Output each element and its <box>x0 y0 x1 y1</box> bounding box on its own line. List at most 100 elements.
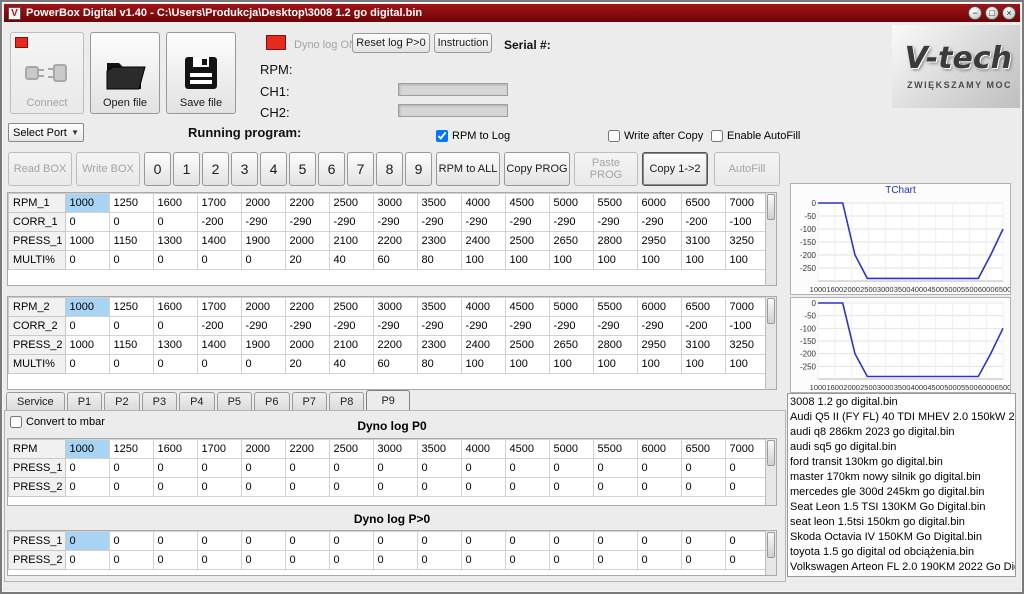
table-cell[interactable]: 0 <box>593 478 637 497</box>
table-cell[interactable]: 0 <box>637 478 681 497</box>
table-cell[interactable]: 0 <box>241 355 285 374</box>
table-cell[interactable]: 1150 <box>109 232 153 251</box>
table-cell[interactable]: 100 <box>725 251 769 270</box>
table-cell[interactable]: 20 <box>285 355 329 374</box>
table-cell[interactable]: 0 <box>681 551 725 570</box>
table-cell[interactable]: 100 <box>549 355 593 374</box>
table-cell[interactable]: 1900 <box>241 232 285 251</box>
table-cell[interactable]: -200 <box>681 317 725 336</box>
table-cell[interactable]: 2000 <box>285 232 329 251</box>
table-cell[interactable]: 1400 <box>197 232 241 251</box>
table-cell[interactable]: 1000 <box>65 298 109 317</box>
file-item[interactable]: Seat Leon 1.5 TSI 130KM Go Digital.bin <box>790 500 1015 515</box>
tab-service[interactable]: Service <box>6 392 65 411</box>
table-cell[interactable]: 0 <box>153 251 197 270</box>
table-cell[interactable]: 2000 <box>241 194 285 213</box>
table-cell[interactable]: 0 <box>681 532 725 551</box>
table-cell[interactable]: 5000 <box>549 298 593 317</box>
write-box-button[interactable]: Write BOX <box>76 152 140 186</box>
table-cell[interactable]: 100 <box>681 355 725 374</box>
table-cell[interactable]: 60 <box>373 251 417 270</box>
table-cell[interactable]: 1300 <box>153 232 197 251</box>
table-cell[interactable]: 0 <box>373 532 417 551</box>
table-cell[interactable]: 1700 <box>197 298 241 317</box>
table-cell[interactable]: 80 <box>417 251 461 270</box>
table-cell[interactable]: 0 <box>241 532 285 551</box>
digit-button-4[interactable]: 4 <box>260 152 287 186</box>
table-cell[interactable]: 0 <box>153 551 197 570</box>
table-cell[interactable]: 5000 <box>549 194 593 213</box>
dyno-p0-scrollbar[interactable] <box>765 439 776 505</box>
digit-button-5[interactable]: 5 <box>289 152 316 186</box>
table-cell[interactable]: 0 <box>417 478 461 497</box>
table-cell[interactable]: 4000 <box>461 194 505 213</box>
digit-button-7[interactable]: 7 <box>347 152 374 186</box>
table-cell[interactable]: 0 <box>153 478 197 497</box>
table-cell[interactable]: 3000 <box>373 194 417 213</box>
table-cell[interactable]: 80 <box>417 355 461 374</box>
table-cell[interactable]: -290 <box>285 317 329 336</box>
table-cell[interactable]: -290 <box>637 317 681 336</box>
table-cell[interactable]: 2200 <box>373 232 417 251</box>
table-cell[interactable]: 2400 <box>461 232 505 251</box>
paste-prog-button[interactable]: Paste PROG <box>574 152 638 186</box>
table-cell[interactable]: 0 <box>461 532 505 551</box>
table-cell[interactable]: 100 <box>725 355 769 374</box>
digit-button-6[interactable]: 6 <box>318 152 345 186</box>
table-cell[interactable]: -290 <box>549 213 593 232</box>
table-cell[interactable]: -290 <box>329 213 373 232</box>
table-cell[interactable]: 0 <box>549 478 593 497</box>
table-cell[interactable]: 0 <box>65 551 109 570</box>
table-cell[interactable]: 0 <box>593 459 637 478</box>
table-cell[interactable]: -200 <box>681 213 725 232</box>
table-cell[interactable]: 2650 <box>549 336 593 355</box>
table-cell[interactable]: 2500 <box>329 298 373 317</box>
table-cell[interactable]: 3500 <box>417 194 461 213</box>
table-cell[interactable]: -290 <box>637 213 681 232</box>
table-cell[interactable]: 1250 <box>109 298 153 317</box>
digit-button-8[interactable]: 8 <box>376 152 403 186</box>
table-cell[interactable]: 0 <box>109 478 153 497</box>
table-cell[interactable]: 0 <box>285 459 329 478</box>
table-cell[interactable]: 0 <box>109 459 153 478</box>
table-cell[interactable]: 1000 <box>65 440 109 459</box>
table-cell[interactable]: 0 <box>637 459 681 478</box>
program-table-1-scrollbar[interactable] <box>765 193 776 285</box>
instruction-button[interactable]: Instruction <box>434 33 492 53</box>
table-cell[interactable]: 0 <box>109 317 153 336</box>
table-cell[interactable]: 100 <box>549 251 593 270</box>
table-cell[interactable]: 1700 <box>197 440 241 459</box>
table-cell[interactable]: 6000 <box>637 440 681 459</box>
table-cell[interactable]: 2800 <box>593 336 637 355</box>
table-cell[interactable]: 0 <box>373 551 417 570</box>
write-after-copy-checkbox[interactable]: Write after Copy <box>608 130 703 142</box>
table-cell[interactable]: 0 <box>197 355 241 374</box>
table-cell[interactable]: 0 <box>109 213 153 232</box>
table-cell[interactable]: 2500 <box>329 440 373 459</box>
table-cell[interactable]: 1150 <box>109 336 153 355</box>
table-cell[interactable]: 2650 <box>549 232 593 251</box>
table-cell[interactable]: -290 <box>285 213 329 232</box>
minimize-button[interactable]: − <box>968 6 982 20</box>
table-cell[interactable]: -290 <box>461 317 505 336</box>
table-cell[interactable]: 2200 <box>285 298 329 317</box>
table-cell[interactable]: 4500 <box>505 298 549 317</box>
table-cell[interactable]: 0 <box>461 478 505 497</box>
table-cell[interactable]: 7000 <box>725 440 769 459</box>
table-cell[interactable]: 5000 <box>549 440 593 459</box>
table-cell[interactable]: -290 <box>593 213 637 232</box>
table-cell[interactable]: 0 <box>505 478 549 497</box>
copy-prog-button[interactable]: Copy PROG <box>504 152 570 186</box>
table-cell[interactable]: 5500 <box>593 298 637 317</box>
table-cell[interactable]: 6000 <box>637 194 681 213</box>
table-cell[interactable]: 0 <box>241 459 285 478</box>
table-cell[interactable]: -100 <box>725 213 769 232</box>
table-cell[interactable]: 0 <box>153 532 197 551</box>
table-cell[interactable]: 2000 <box>241 298 285 317</box>
table-cell[interactable]: 4000 <box>461 298 505 317</box>
table-cell[interactable]: 0 <box>153 317 197 336</box>
table-cell[interactable]: 7000 <box>725 194 769 213</box>
table-cell[interactable]: 100 <box>637 355 681 374</box>
table-cell[interactable]: 1300 <box>153 336 197 355</box>
table-cell[interactable]: 2000 <box>285 336 329 355</box>
